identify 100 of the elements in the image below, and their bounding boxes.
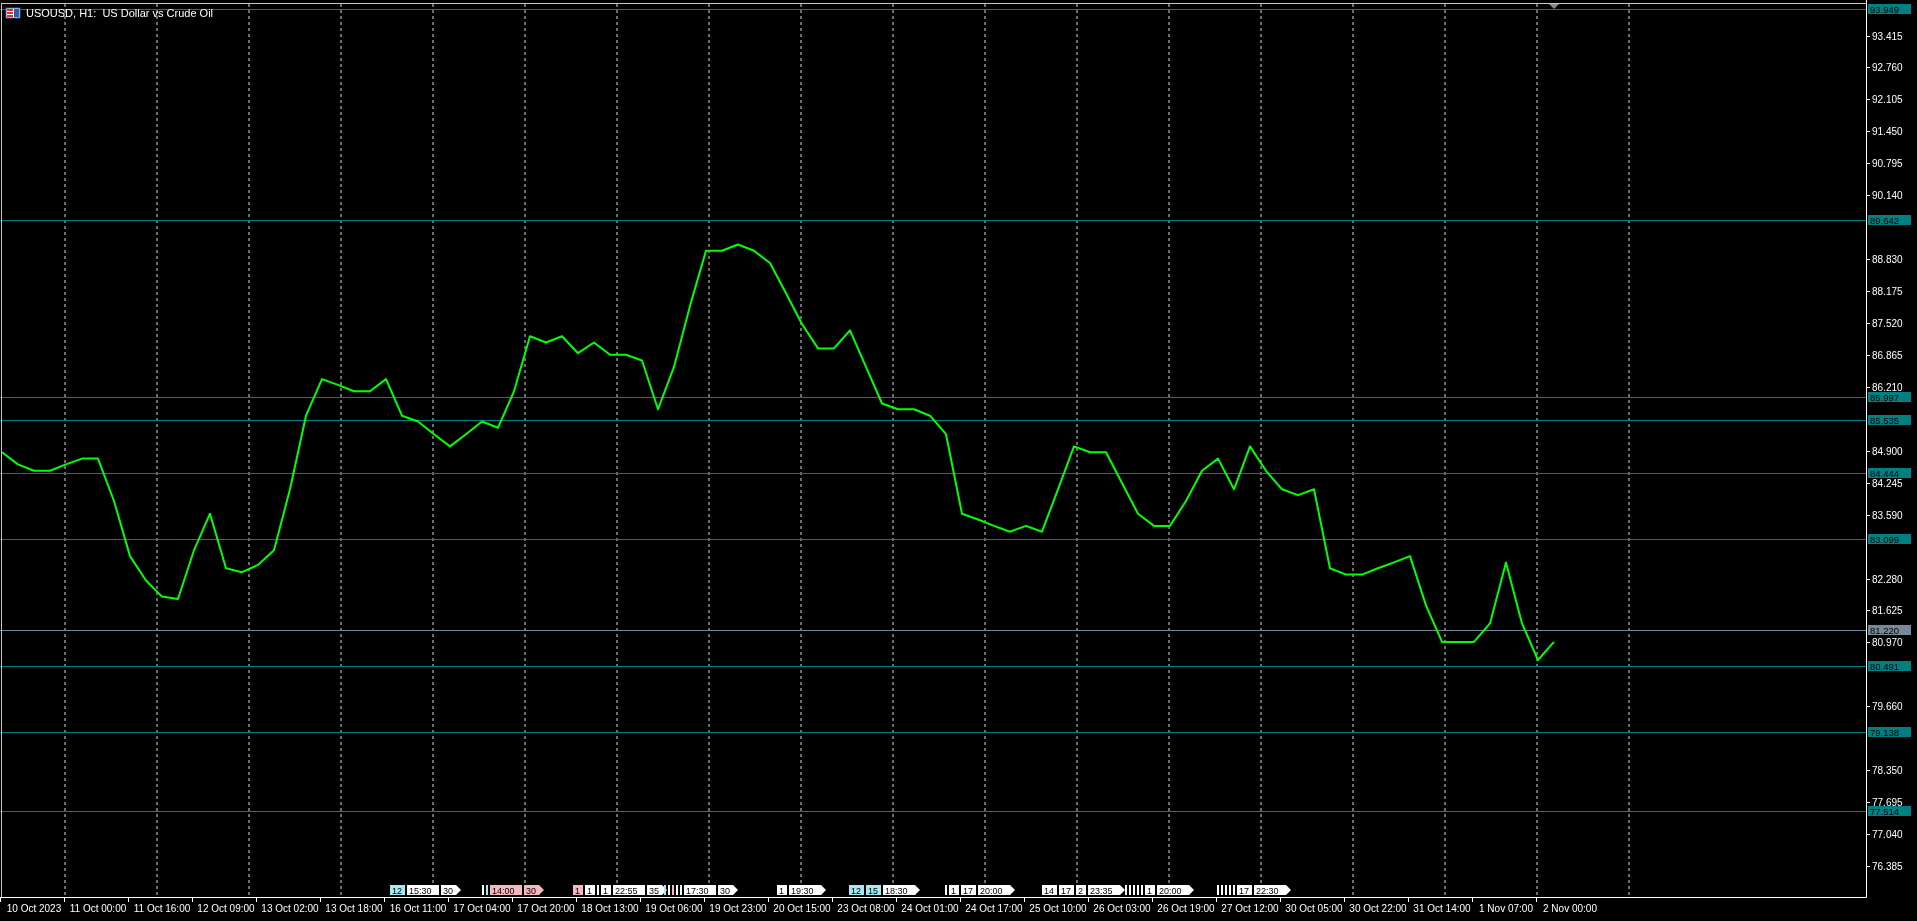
time-axis-label: 11 Oct 16:00	[133, 903, 191, 914]
time-axis-label: 11 Oct 00:00	[69, 903, 127, 914]
event-flag[interactable]: 17	[1237, 885, 1252, 896]
event-flag[interactable]: 15:30	[407, 885, 439, 896]
event-mark[interactable]	[1141, 885, 1143, 895]
time-axis-label: 23 Oct 08:00	[837, 903, 895, 914]
event-mark[interactable]	[672, 885, 674, 895]
price-axis-label: 77.040	[1872, 829, 1903, 841]
ref-line-label: 85.535	[1870, 414, 1900, 426]
event-mark[interactable]	[945, 885, 947, 895]
event-flag[interactable]: 2	[1076, 885, 1086, 896]
ref-line-label: 85.997	[1870, 391, 1900, 403]
price-axis-label: 92.105	[1872, 94, 1903, 106]
event-mark[interactable]	[1233, 885, 1235, 895]
event-flag[interactable]: 1	[1145, 885, 1155, 896]
ref-line-label: 93.949	[1870, 3, 1900, 15]
time-axis-label: 30 Oct 22:00	[1349, 903, 1407, 914]
event-flag[interactable]: 17	[961, 885, 976, 896]
time-axis-label: 1 Nov 07:00	[1479, 903, 1533, 914]
price-axis-label: 81.625	[1872, 605, 1903, 617]
event-flag[interactable]: 19:30	[789, 885, 826, 896]
event-flag[interactable]: 30	[524, 885, 544, 896]
price-axis-label: 90.795	[1872, 158, 1903, 170]
price-axis-label: 83.590	[1872, 509, 1903, 521]
time-axis-label: 25 Oct 10:00	[1029, 903, 1087, 914]
event-mark[interactable]	[597, 885, 599, 895]
time-axis-label: 18 Oct 13:00	[581, 903, 639, 914]
price-tag: 81.220	[1868, 624, 1911, 636]
price-axis-label: 84.900	[1872, 445, 1903, 457]
price-axis-label: 91.450	[1872, 126, 1903, 138]
event-flag[interactable]: 1	[601, 885, 611, 896]
price-axis-label: 78.350	[1872, 765, 1903, 777]
price-tag: 85.535	[1868, 414, 1911, 426]
event-flag[interactable]: 14:00	[490, 885, 522, 896]
time-axis-label: 19 Oct 06:00	[645, 903, 703, 914]
event-flag[interactable]: 14	[1042, 885, 1057, 896]
event-mark[interactable]	[676, 885, 678, 895]
time-axis-label: 13 Oct 18:00	[325, 903, 383, 914]
event-mark[interactable]	[1217, 885, 1219, 895]
price-axis-label: 92.760	[1872, 62, 1903, 74]
event-mark[interactable]	[1221, 885, 1223, 895]
event-mark[interactable]	[664, 885, 666, 895]
event-mark[interactable]	[486, 885, 488, 895]
price-tag: 79.138	[1868, 726, 1911, 738]
price-axis-label: 82.280	[1872, 573, 1903, 585]
event-mark[interactable]	[1137, 885, 1139, 895]
ref-line-label: 89.642	[1870, 214, 1900, 226]
event-flag[interactable]: 22:30	[1254, 885, 1291, 896]
price-axis-label: 93.415	[1872, 30, 1903, 42]
ref-line-label: 79.138	[1870, 726, 1900, 738]
event-flag[interactable]: 12	[390, 885, 405, 896]
event-mark[interactable]	[1225, 885, 1227, 895]
ref-line-label: 83.099	[1870, 533, 1900, 545]
event-mark[interactable]	[1129, 885, 1131, 895]
ref-line-label: 80.491	[1870, 660, 1900, 672]
event-mark[interactable]	[1229, 885, 1231, 895]
event-flag[interactable]: 30	[718, 885, 738, 896]
event-flag[interactable]: 17:30	[684, 885, 716, 896]
time-axis-label: 20 Oct 15:00	[773, 903, 831, 914]
price-axis-label: 86.210	[1872, 381, 1903, 393]
event-flag[interactable]: 12	[849, 885, 864, 896]
price-axis-label: 79.660	[1872, 701, 1903, 713]
price-tag: 83.099	[1868, 533, 1911, 545]
table-icon	[5, 7, 21, 19]
time-axis-label: 31 Oct 14:00	[1413, 903, 1471, 914]
event-flag[interactable]: 17	[1059, 885, 1074, 896]
time-axis-label: 2 Nov 00:00	[1543, 903, 1597, 914]
price-axis-label: 87.520	[1872, 318, 1903, 329]
price-tag: 93.949	[1868, 3, 1911, 15]
event-mark[interactable]	[1133, 885, 1135, 895]
event-flag[interactable]: 1	[585, 885, 595, 896]
price-axis-label: 80.970	[1872, 637, 1903, 649]
price-axis-label: 76.385	[1872, 861, 1903, 873]
time-axis-label: 16 Oct 11:00	[389, 903, 447, 914]
time-axis-label: 10 Oct 2023	[6, 903, 62, 914]
time-axis-label: 12 Oct 09:00	[197, 903, 255, 914]
price-axis-label: 90.140	[1872, 190, 1903, 202]
event-flag[interactable]: 18:30	[883, 885, 920, 896]
event-mark[interactable]	[482, 885, 484, 895]
price-tag: 84.444	[1868, 467, 1911, 479]
price-axis-label: 84.245	[1872, 477, 1903, 489]
event-flag[interactable]: 20:00	[1157, 885, 1194, 896]
shift-marker-icon	[1549, 4, 1559, 9]
event-flag[interactable]: 1	[777, 885, 787, 896]
event-flag[interactable]: 22:55	[613, 885, 645, 896]
time-axis-label: 19 Oct 23:00	[709, 903, 767, 914]
time-axis-label: 13 Oct 02:00	[261, 903, 319, 914]
event-flag[interactable]: 1	[949, 885, 959, 896]
price-tag: 89.642	[1868, 214, 1911, 226]
event-flag[interactable]: 30	[441, 885, 461, 896]
event-flag[interactable]: 20:00	[978, 885, 1015, 896]
event-flag[interactable]: 23:35	[1088, 885, 1125, 896]
price-axis-label: 88.175	[1872, 286, 1903, 298]
event-flag[interactable]: 15	[866, 885, 881, 896]
ref-line-label: 84.444	[1870, 467, 1900, 479]
event-flag[interactable]: 1	[573, 885, 583, 896]
price-tag: 77.514	[1868, 805, 1911, 817]
time-axis-label: 26 Oct 19:00	[1157, 903, 1215, 914]
price-axis-label: 86.865	[1872, 349, 1903, 361]
event-mark[interactable]	[680, 885, 682, 895]
